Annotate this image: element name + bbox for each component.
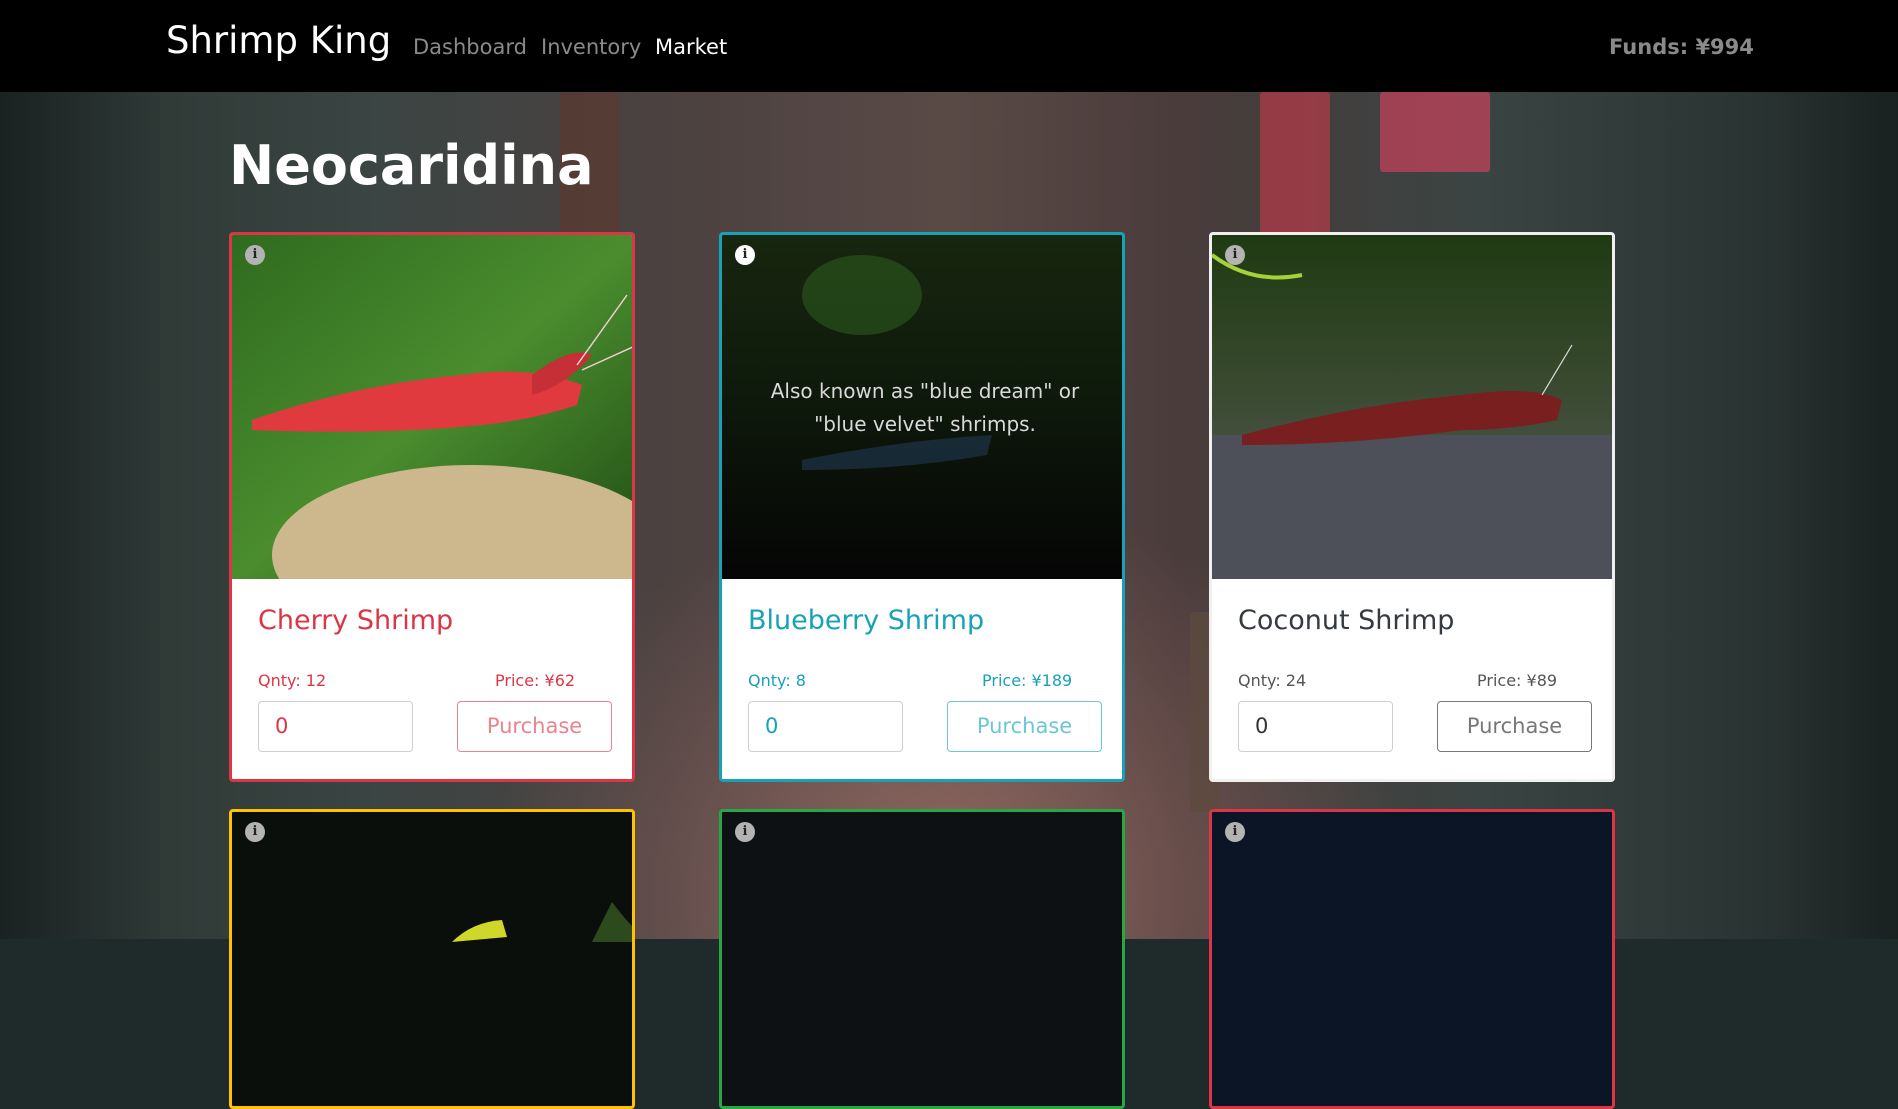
top-navbar: Shrimp King Dashboard Inventory Market F… (0, 0, 1898, 92)
funds-display: Funds: ¥994 (1609, 35, 1754, 59)
page-title: Neocaridina (229, 134, 594, 197)
info-circle-icon[interactable]: i (245, 245, 265, 265)
product-image-cherry-shrimp (232, 235, 632, 579)
product-card: i (229, 809, 635, 1109)
product-card: i (1209, 809, 1615, 1109)
info-circle-icon[interactable]: i (735, 822, 755, 842)
product-name: Blueberry Shrimp (748, 605, 985, 636)
product-quantity: Qnty: 8 (748, 671, 806, 690)
product-card-coconut-shrimp: i Coconut Shrimp Qnty: 24 Price: ¥89 0 P… (1209, 232, 1615, 782)
product-name: Cherry Shrimp (258, 605, 454, 636)
quantity-input[interactable]: 0 (258, 701, 413, 752)
quantity-input[interactable]: 0 (748, 701, 903, 752)
product-image-coconut-shrimp (1212, 235, 1612, 579)
product-price: Price: ¥189 (982, 671, 1073, 690)
product-name: Coconut Shrimp (1238, 605, 1455, 636)
product-quantity: Qnty: 24 (1238, 671, 1307, 690)
info-circle-icon[interactable]: i (1225, 245, 1245, 265)
product-quantity: Qnty: 12 (258, 671, 327, 690)
nav-link-dashboard[interactable]: Dashboard (413, 35, 527, 59)
product-price: Price: ¥89 (1477, 671, 1558, 690)
product-description: Also known as "blue dream" or "blue velv… (770, 379, 1080, 436)
brand-logo-text[interactable]: Shrimp King (166, 19, 391, 62)
product-card-blueberry-shrimp: i Also known as "blue dream" or "blue ve… (719, 232, 1125, 782)
product-price: Price: ¥62 (495, 671, 576, 690)
purchase-button[interactable]: Purchase (947, 701, 1102, 752)
product-card: i (719, 809, 1125, 1109)
product-card-cherry-shrimp: i Cherry Shrimp Qnty: 12 Price: ¥62 0 Pu… (229, 232, 635, 782)
nav-link-inventory[interactable]: Inventory (541, 35, 641, 59)
quantity-input[interactable]: 0 (1238, 701, 1393, 752)
nav-link-market[interactable]: Market (655, 35, 727, 59)
info-circle-icon[interactable]: i (735, 245, 755, 265)
purchase-button[interactable]: Purchase (457, 701, 612, 752)
purchase-button[interactable]: Purchase (1437, 701, 1592, 752)
info-circle-icon[interactable]: i (1225, 822, 1245, 842)
